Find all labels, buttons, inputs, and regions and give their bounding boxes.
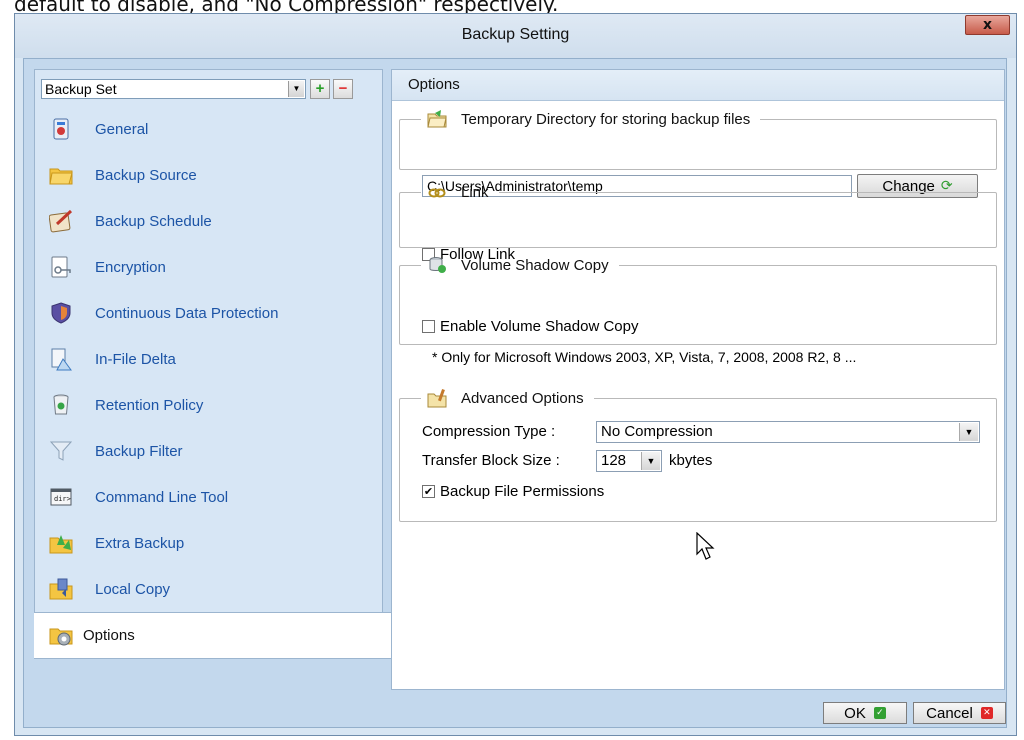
close-icon: x [982,17,993,33]
backup-file-permissions-checkbox[interactable]: ✔ Backup File Permissions [422,483,604,500]
sidebar-item-label: Options [83,627,135,644]
shield-icon [49,301,73,325]
recycle-bin-icon [49,393,73,417]
backup-file-permissions-checkbox-box[interactable]: ✔ [422,485,435,498]
transfer-block-size-label: Transfer Block Size : [422,452,560,469]
volume-shadow-copy-note: * Only for Microsoft Windows 2003, XP, V… [432,349,857,365]
title-bar[interactable]: Backup Setting x [15,14,1016,58]
sidebar-item-continuous-data-protection[interactable]: Continuous Data Protection [35,290,382,336]
ok-button-label: OK [844,704,866,722]
volume-shadow-copy-icon [427,255,447,275]
sidebar-item-backup-schedule[interactable]: Backup Schedule [35,198,382,244]
volume-shadow-copy-label: Volume Shadow Copy [461,256,609,274]
sidebar-item-label: Extra Backup [95,534,185,552]
transfer-block-size-unit: kbytes [669,452,713,469]
sidebar-item-local-copy[interactable]: Local Copy [35,566,382,612]
compression-type-label: Compression Type : [422,423,556,440]
command-line-icon: dir> [49,485,73,509]
sidebar-item-label: Encryption [95,258,166,276]
link-group: Link [399,182,997,248]
sidebar-item-label: Backup Schedule [95,212,212,230]
advanced-options-icon [427,388,447,408]
sidebar-item-label: Retention Policy [95,396,204,414]
svg-text:dir>: dir> [54,495,71,503]
temporary-directory-group: Temporary Directory for storing backup f… [399,109,997,170]
advanced-options-label: Advanced Options [461,389,584,407]
enable-volume-shadow-copy-checkbox-box[interactable] [422,320,435,333]
options-panel: Options Temporary Directory for storing … [391,69,1005,690]
remove-backup-set-button[interactable]: − [333,79,353,99]
backup-set-select[interactable]: Backup Set ▼ [41,79,306,99]
sidebar-item-general[interactable]: General [35,106,382,152]
advanced-options-legend: Advanced Options [421,388,594,408]
sidebar-item-in-file-delta[interactable]: In-File Delta [35,336,382,382]
compression-type-select[interactable]: No Compression ▼ [596,421,980,443]
sidebar-item-label: Backup Filter [95,442,183,460]
sidebar-item-label: Continuous Data Protection [95,304,279,322]
folder-icon [49,163,73,187]
chevron-down-icon[interactable]: ▼ [288,81,304,97]
filter-icon [49,439,73,463]
link-label: Link [461,183,489,201]
sidebar-item-command-line-tool[interactable]: dir> Command Line Tool [35,474,382,520]
ok-button[interactable]: OK ✓ [823,702,907,724]
encryption-icon [49,255,73,279]
window-title: Backup Setting [461,26,570,43]
sidebar-item-backup-source[interactable]: Backup Source [35,152,382,198]
check-icon: ✓ [873,707,886,719]
cancel-button-label: Cancel [926,704,973,722]
extra-backup-icon [49,531,73,555]
sidebar-item-label: Command Line Tool [95,488,229,506]
sidebar-item-label: In-File Delta [95,350,176,368]
volume-shadow-copy-legend: Volume Shadow Copy [421,255,619,275]
schedule-icon [48,209,73,233]
sidebar-item-retention-policy[interactable]: Retention Policy [35,382,382,428]
backup-set-value: Backup Set [45,81,117,97]
transfer-block-size-select[interactable]: 128 ▼ [596,450,662,472]
sidebar-item-label: Local Copy [95,580,171,598]
options-panel-header: Options [392,70,1004,101]
sidebar-item-extra-backup[interactable]: Extra Backup [35,520,382,566]
enable-volume-shadow-copy-checkbox[interactable]: Enable Volume Shadow Copy [422,318,638,335]
backup-setting-window: Backup Setting x Backup Set ▼ + − Genera… [14,13,1017,736]
mouse-cursor-icon [696,532,715,560]
sidebar-item-encryption[interactable]: Encryption [35,244,382,290]
options-icon [49,624,73,648]
chevron-down-icon[interactable]: ▼ [959,423,978,441]
link-icon [427,182,447,202]
sidebar-item-label: General [95,120,149,138]
folder-icon [427,109,447,129]
transfer-block-size-value: 128 [601,452,627,469]
compression-type-value: No Compression [601,423,713,440]
cancel-button[interactable]: Cancel ✕ [913,702,1006,724]
temporary-directory-label: Temporary Directory for storing backup f… [461,110,751,128]
backup-file-permissions-label: Backup File Permissions [440,483,605,500]
sidebar-item-backup-filter[interactable]: Backup Filter [35,428,382,474]
temporary-directory-legend: Temporary Directory for storing backup f… [421,109,760,129]
general-icon [49,117,73,141]
close-button[interactable]: x [965,15,1010,35]
local-copy-icon [49,577,73,601]
cancel-icon: ✕ [980,707,993,719]
link-legend: Link [421,182,499,202]
sidebar-item-options[interactable]: Options [34,612,394,659]
delta-icon [49,347,73,371]
settings-nav-list: General Backup Source Backup Schedule En… [34,106,394,659]
settings-sidebar: Backup Set ▼ + − General Backup Source B… [34,69,394,659]
add-backup-set-button[interactable]: + [310,79,330,99]
enable-volume-shadow-copy-label: Enable Volume Shadow Copy [440,318,639,335]
dialog-client-area: Backup Set ▼ + − General Backup Source B… [23,58,1007,728]
sidebar-item-label: Backup Source [95,166,197,184]
chevron-down-icon[interactable]: ▼ [641,452,660,470]
